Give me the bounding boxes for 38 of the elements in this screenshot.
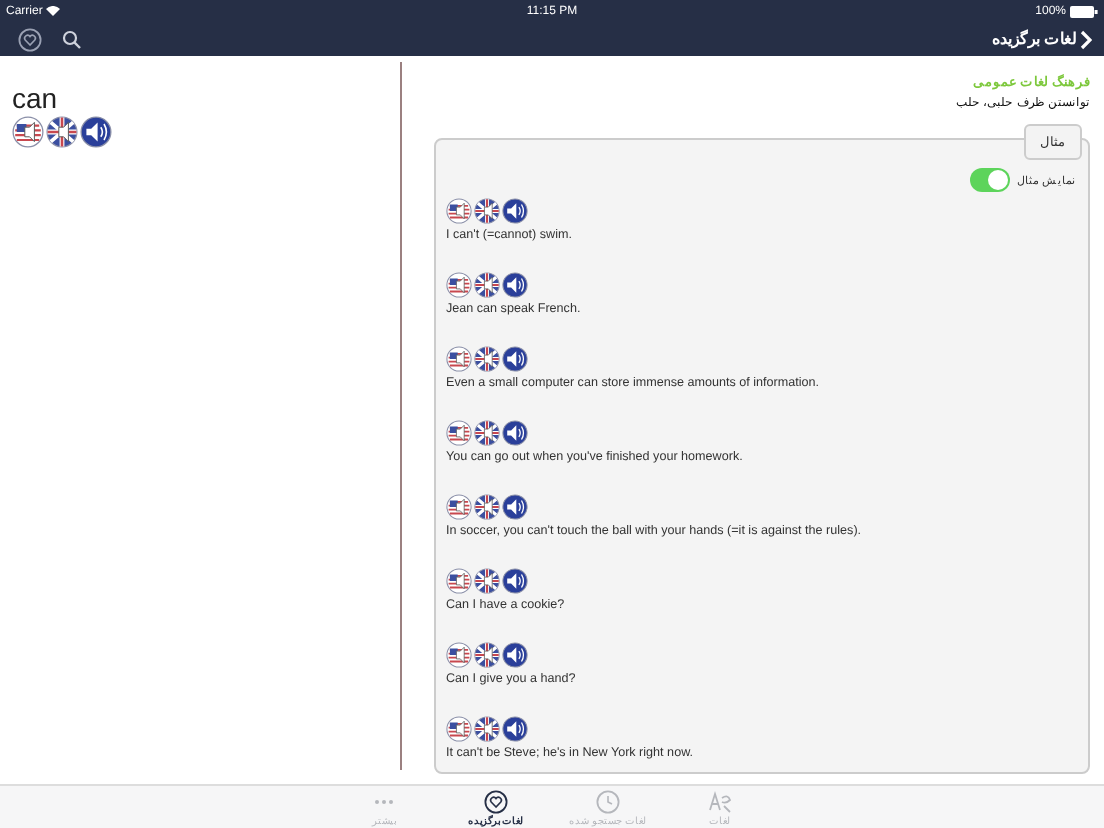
chevron-icon	[1080, 29, 1092, 49]
letters-icon	[708, 790, 732, 814]
speaker-icon[interactable]	[502, 568, 528, 594]
heart-circle-icon	[484, 790, 508, 814]
speaker-icon[interactable]	[80, 116, 112, 148]
uk-flag-speaker-icon[interactable]	[474, 494, 500, 520]
speaker-icon[interactable]	[502, 346, 528, 372]
word-title: can	[12, 82, 60, 114]
speaker-icon[interactable]	[502, 420, 528, 446]
uk-flag-speaker-icon[interactable]	[46, 116, 78, 148]
speaker-icon[interactable]	[502, 272, 528, 298]
wifi-icon	[46, 6, 61, 16]
us-flag-speaker-icon[interactable]	[12, 116, 44, 148]
us-flag-speaker-icon[interactable]	[446, 642, 472, 668]
uk-flag-speaker-icon[interactable]	[474, 716, 500, 742]
speaker-icon[interactable]	[502, 716, 528, 742]
speaker-icon[interactable]	[502, 642, 528, 668]
uk-flag-speaker-icon[interactable]	[474, 642, 500, 668]
uk-flag-speaker-icon[interactable]	[474, 198, 500, 224]
us-flag-speaker-icon[interactable]	[446, 272, 472, 298]
heart-circle-icon[interactable]	[18, 27, 42, 51]
search-icon[interactable]	[62, 29, 82, 49]
us-flag-speaker-icon[interactable]	[446, 716, 472, 742]
us-flag-speaker-icon[interactable]	[446, 494, 472, 520]
speaker-icon[interactable]	[502, 494, 528, 520]
uk-flag-speaker-icon[interactable]	[474, 272, 500, 298]
us-flag-speaker-icon[interactable]	[446, 568, 472, 594]
back-button[interactable]: لغات برگزیده	[991, 29, 1092, 49]
uk-flag-speaker-icon[interactable]	[474, 568, 500, 594]
us-flag-speaker-icon[interactable]	[446, 346, 472, 372]
battery-icon	[1070, 5, 1098, 17]
clock-icon	[596, 790, 620, 814]
show-examples-switch[interactable]	[970, 168, 1011, 192]
us-flag-speaker-icon[interactable]	[446, 198, 472, 224]
uk-flag-speaker-icon[interactable]	[474, 420, 500, 446]
speaker-icon[interactable]	[502, 198, 528, 224]
us-flag-speaker-icon[interactable]	[446, 420, 472, 446]
uk-flag-speaker-icon[interactable]	[474, 346, 500, 372]
